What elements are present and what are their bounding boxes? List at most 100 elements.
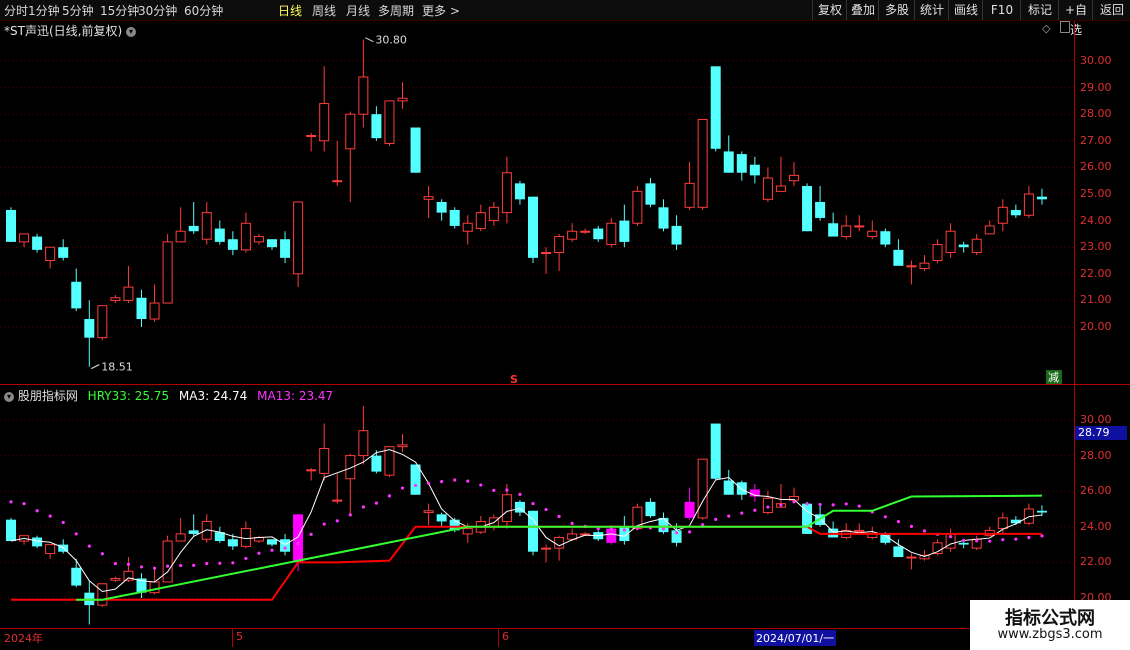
toolbar-button[interactable]: 叠加 (846, 0, 879, 20)
ma13-dot (1027, 535, 1031, 540)
indicator-candle (854, 529, 865, 532)
indicator-candle (332, 499, 343, 502)
indicator-candle (240, 528, 251, 547)
period-tab[interactable]: 月线 (346, 2, 370, 19)
ma13-dot (113, 561, 117, 566)
main-candle (906, 265, 917, 268)
main-candle (449, 209, 460, 226)
toolbar-button[interactable]: 统计 (914, 0, 949, 20)
ma13-dot (505, 488, 509, 492)
period-tab[interactable]: 周线 (312, 2, 336, 19)
ma13-dot (988, 539, 992, 543)
period-tab[interactable]: 1分钟 (28, 2, 60, 19)
ma13-dot (453, 478, 457, 482)
toolbar-button[interactable]: 返回 (1092, 0, 1130, 20)
main-candle (32, 236, 43, 250)
toolbar-button[interactable]: 画线 (948, 0, 983, 20)
ma13-dot (270, 548, 274, 552)
price-tick-label: 28.00 (1080, 107, 1112, 121)
ma13-dot (100, 552, 104, 556)
main-candle (293, 201, 304, 275)
toolbar-button[interactable]: 多股 (878, 0, 915, 20)
ma13-dot (975, 539, 979, 543)
indicator-candle (893, 546, 904, 558)
ma13-dot (922, 529, 927, 533)
period-tab[interactable]: 多周期 (378, 2, 414, 19)
kline-chart[interactable]: 30.80 18.51 S 减 (0, 21, 1074, 629)
toolbar-button[interactable]: +自选 (1058, 0, 1093, 37)
main-candle (645, 183, 656, 205)
indicator-candle (71, 567, 82, 586)
price-tick-label: 20.00 (1080, 320, 1112, 333)
indicator-tick-label: 24.00 (1080, 519, 1112, 533)
main-candle (984, 225, 995, 235)
ma13-dot (753, 508, 757, 512)
ma13-dot (779, 503, 783, 507)
period-tab[interactable]: 更多 > (422, 2, 460, 19)
main-candle (214, 228, 225, 242)
period-tab[interactable]: 30分钟 (138, 2, 177, 19)
main-candle (619, 220, 630, 242)
main-candle (541, 252, 552, 255)
period-tab[interactable]: 日线 (278, 2, 302, 19)
indicator-candle (358, 430, 369, 457)
ma13-dot (296, 542, 300, 546)
period-tab[interactable]: 5分钟 (62, 2, 94, 19)
indicator-candle (319, 447, 330, 474)
indicator-candle (188, 530, 199, 534)
indicator-candle (397, 444, 408, 448)
period-tab[interactable]: 15分钟 (100, 2, 139, 19)
toolbar-button[interactable]: 标记 (1020, 0, 1059, 20)
main-candle (528, 196, 538, 258)
main-candle (971, 238, 982, 254)
ma13-dot (309, 532, 313, 536)
main-candle (554, 236, 565, 254)
main-candle (1023, 193, 1034, 216)
indicator-tick-label: 22.00 (1080, 555, 1112, 569)
toolbar-button[interactable]: F10 (982, 0, 1021, 20)
ma13-dot (48, 514, 52, 518)
main-candle (775, 185, 786, 192)
main-candle (958, 244, 969, 248)
main-candle (45, 246, 56, 261)
indicator-candle (554, 536, 565, 549)
indicator-candle (997, 517, 1008, 530)
main-candle (253, 236, 264, 243)
ma13-dot (205, 561, 209, 566)
period-tab[interactable]: 分时 (4, 2, 28, 19)
indicator-candle (97, 583, 108, 606)
period-toolbar: 分时 1分钟 5分钟 15分钟 30分钟 60分钟 日线 周线 月线 多周期 更多 > 复权 叠加 多股… (0, 0, 1130, 37)
period-tab[interactable]: 60分钟 (184, 2, 223, 19)
main-candle (671, 225, 682, 245)
watermark-url: www.zbgs3.com (997, 627, 1103, 642)
indicator-candle (149, 581, 160, 594)
indicator-candle (410, 464, 421, 495)
main-candle (280, 239, 291, 258)
indicator-candle (1036, 510, 1047, 513)
ma13-dot (1001, 538, 1005, 542)
sell-signal-marker: S (510, 373, 518, 386)
price-tick-label: 21.00 (1080, 293, 1112, 307)
ma13-dot (361, 505, 365, 509)
indicator-candle (175, 533, 186, 542)
main-candle (1036, 196, 1047, 200)
main-candle (436, 201, 447, 213)
ma13-dot (557, 514, 561, 519)
indicator-candle (762, 497, 773, 514)
date-axis-label: 2024/07/01/一 (754, 630, 837, 646)
main-candle (710, 66, 721, 149)
indicator-tick-label: 26.00 (1080, 484, 1112, 498)
indicator-candle (697, 458, 708, 519)
indicator-candle (32, 537, 43, 547)
main-candle (841, 225, 852, 238)
indicator-candle (723, 480, 734, 495)
ma13-dot (257, 551, 261, 555)
indicator-candle (906, 556, 917, 559)
toolbar-button[interactable]: 复权 (812, 0, 847, 20)
main-candle (697, 119, 708, 208)
main-candle (71, 281, 82, 309)
main-candle (749, 164, 760, 176)
indicator-candle (293, 514, 304, 563)
current-value-tag: 28.79 (1075, 426, 1127, 440)
ma13-dot (427, 481, 431, 485)
